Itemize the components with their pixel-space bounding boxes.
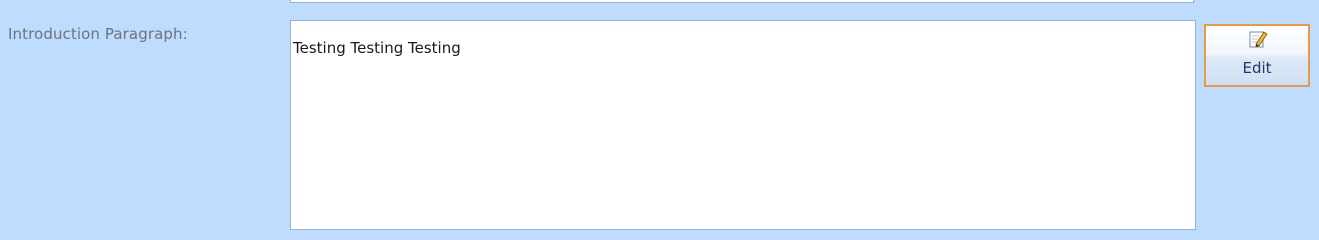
pencil-icon [1249, 31, 1268, 48]
introduction-paragraph-field[interactable]: Testing Testing Testing [290, 20, 1196, 230]
edit-button[interactable]: Edit [1204, 24, 1310, 87]
introduction-paragraph-label: Introduction Paragraph: [8, 25, 188, 43]
edit-button-label: Edit [1242, 59, 1272, 77]
introduction-paragraph-text: Testing Testing Testing [293, 39, 461, 57]
previous-field-bottom-edge [290, 0, 1194, 3]
